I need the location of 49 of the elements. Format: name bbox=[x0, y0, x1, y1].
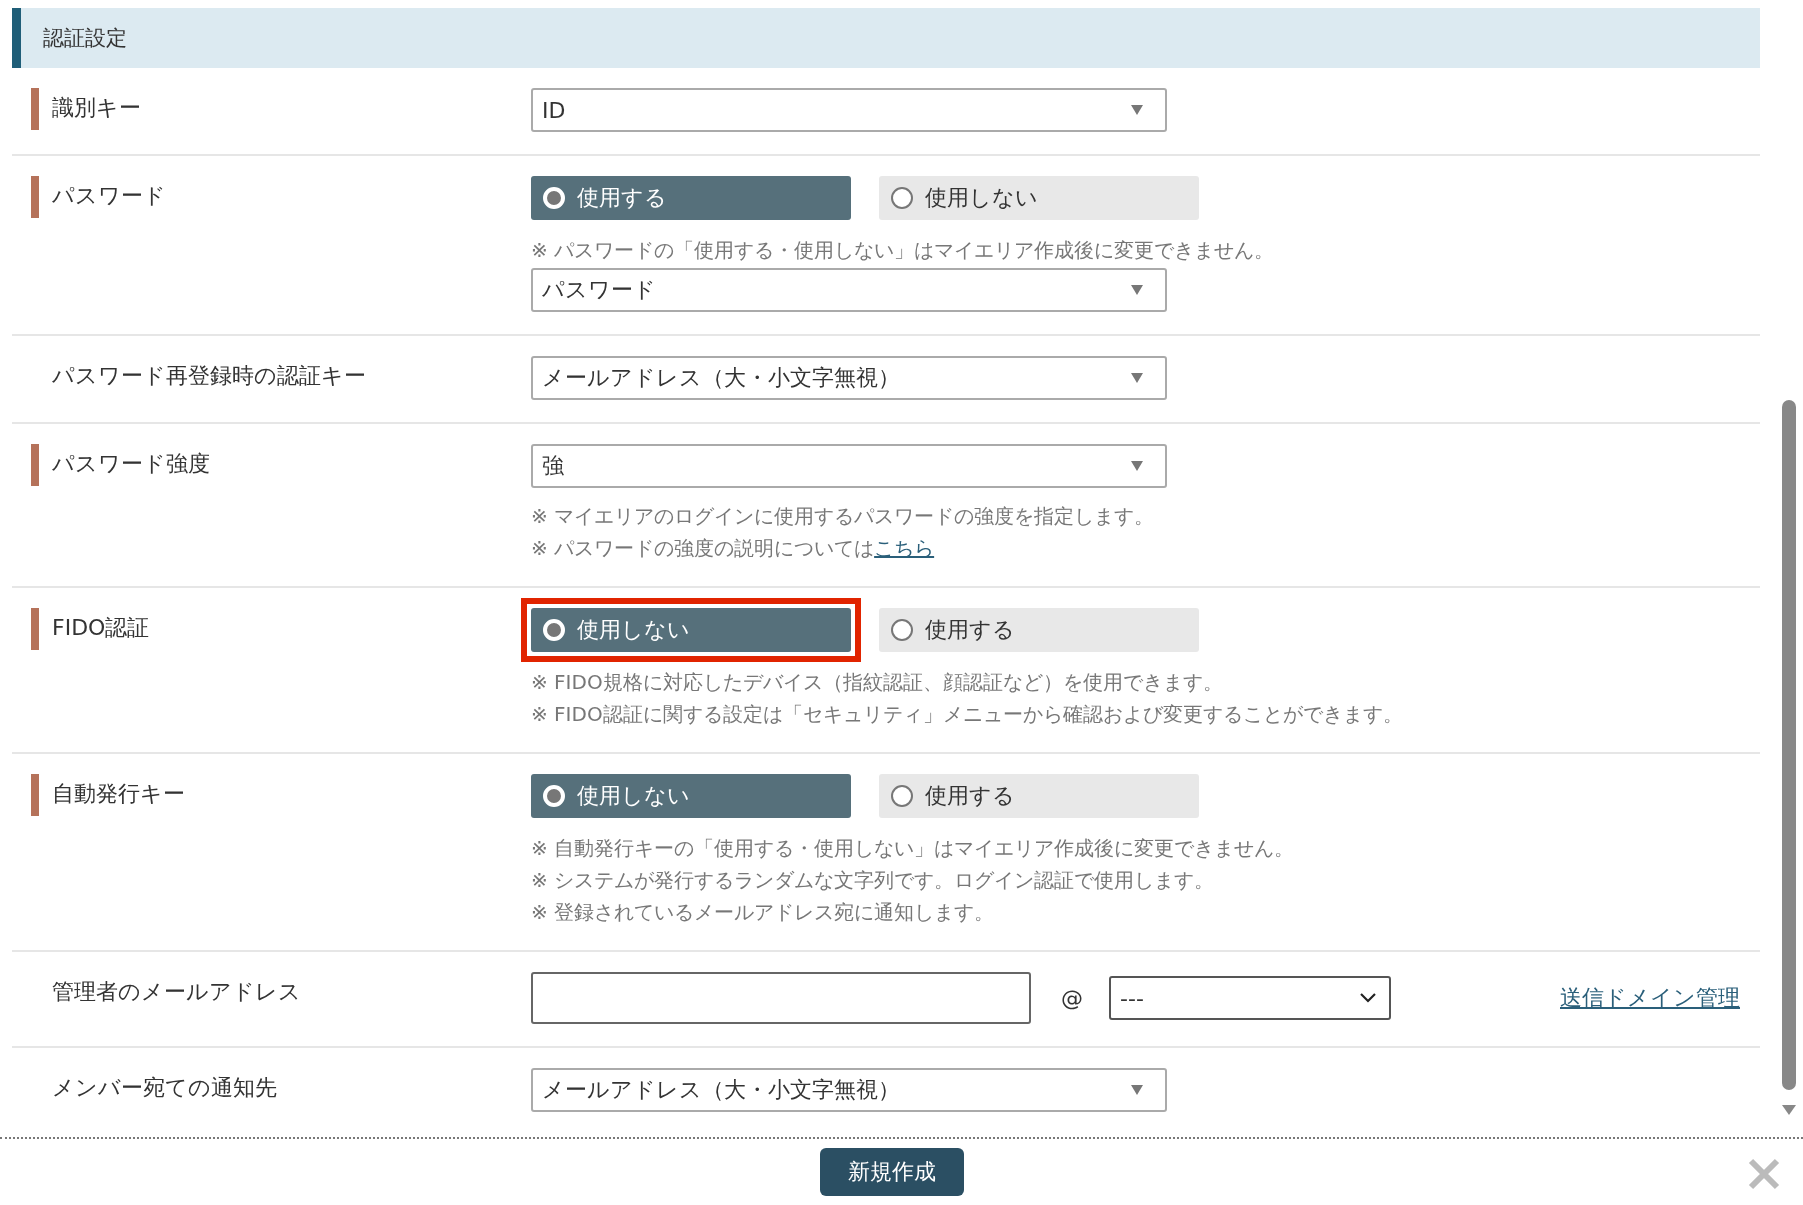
note-text: ※ FIDO認証に関する設定は「セキュリティ」メニューから確認および変更することができます。 bbox=[531, 701, 1403, 728]
caret-icon bbox=[1131, 461, 1143, 471]
field-label: パスワード強度 bbox=[52, 450, 210, 478]
radio-icon bbox=[891, 619, 913, 641]
radio-option[interactable]: 使用しない bbox=[531, 774, 851, 818]
select-field[interactable]: メールアドレス（大・小文字無視） bbox=[531, 1068, 1167, 1112]
note-text: ※ FIDO規格に対応したデバイス（指紋認証、顔認証など）を使用できます。 bbox=[531, 669, 1223, 696]
field-label: パスワード bbox=[52, 182, 166, 210]
domain-select[interactable]: --- bbox=[1109, 976, 1391, 1020]
note-text: ※ パスワードの強度の説明についてはこちら bbox=[531, 535, 935, 562]
note-text: ※ パスワードの「使用する・使用しない」はマイエリア作成後に変更できません。 bbox=[531, 237, 1275, 264]
field-label: 識別キー bbox=[52, 94, 141, 122]
email-input[interactable] bbox=[531, 972, 1031, 1024]
link[interactable]: こちら bbox=[874, 536, 935, 560]
note-text: ※ システムが発行するランダムな文字列です。ログイン認証で使用します。 bbox=[531, 867, 1215, 894]
radio-icon bbox=[891, 785, 913, 807]
radio-option[interactable]: 使用する bbox=[879, 774, 1199, 818]
at-sign: @ bbox=[1061, 985, 1083, 1011]
radio-option[interactable]: 使用しない bbox=[531, 608, 851, 652]
select-field[interactable]: パスワード bbox=[531, 268, 1167, 312]
section-title: 認証設定 bbox=[43, 25, 127, 52]
select-field[interactable]: ID bbox=[531, 88, 1167, 132]
field-label: FIDO認証 bbox=[52, 614, 150, 642]
field-label: 自動発行キー bbox=[52, 780, 185, 808]
chevron-icon bbox=[1359, 992, 1377, 1004]
caret-icon bbox=[1131, 285, 1143, 295]
field-label: パスワード再登録時の認証キー bbox=[52, 362, 366, 390]
domain-link[interactable]: 送信ドメイン管理 bbox=[1560, 983, 1740, 1013]
radio-icon bbox=[543, 619, 565, 641]
note-text: ※ マイエリアのログインに使用するパスワードの強度を指定します。 bbox=[531, 503, 1155, 530]
scroll-thumb[interactable] bbox=[1782, 400, 1796, 1090]
caret-icon bbox=[1131, 1085, 1143, 1095]
select-field[interactable]: メールアドレス（大・小文字無視） bbox=[531, 356, 1167, 400]
close-icon[interactable] bbox=[1747, 1157, 1781, 1191]
radio-icon bbox=[543, 187, 565, 209]
field-label: メンバー宛ての通知先 bbox=[52, 1074, 277, 1102]
note-text: ※ 登録されているメールアドレス宛に通知します。 bbox=[531, 899, 995, 926]
create-button[interactable]: 新規作成 bbox=[819, 1148, 964, 1196]
caret-icon bbox=[1131, 105, 1143, 115]
note-text: ※ 自動発行キーの「使用する・使用しない」はマイエリア作成後に変更できません。 bbox=[531, 835, 1295, 862]
radio-icon bbox=[891, 187, 913, 209]
radio-option[interactable]: 使用する bbox=[531, 176, 851, 220]
caret-icon bbox=[1131, 373, 1143, 383]
radio-option[interactable]: 使用する bbox=[879, 608, 1199, 652]
radio-icon bbox=[543, 785, 565, 807]
field-label: 管理者のメールアドレス bbox=[52, 978, 301, 1006]
scroll-down-icon[interactable] bbox=[1781, 1104, 1797, 1116]
select-field[interactable]: 強 bbox=[531, 444, 1167, 488]
radio-option[interactable]: 使用しない bbox=[879, 176, 1199, 220]
